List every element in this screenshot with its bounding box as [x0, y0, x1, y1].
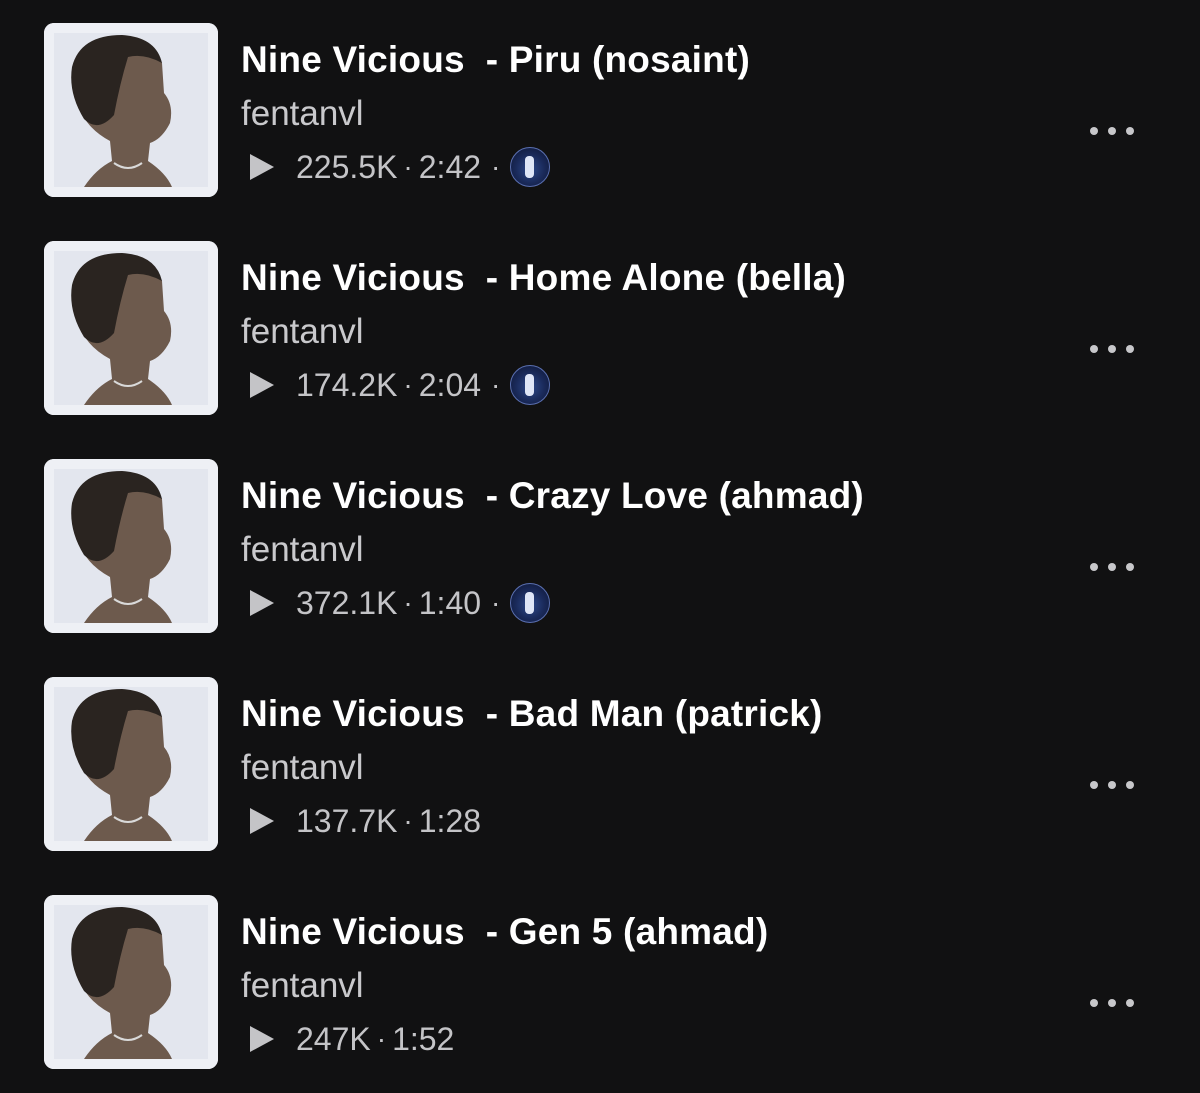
track-duration: 2:04: [418, 366, 482, 403]
separator: ·: [491, 151, 501, 182]
separator: ·: [403, 151, 413, 182]
artwork-portrait: [44, 895, 218, 1069]
more-options-icon: [1090, 563, 1098, 571]
track-title[interactable]: Nine Vicious - Bad Man (patrick): [241, 693, 823, 735]
track-stats: 247K · 1:52: [250, 1019, 454, 1059]
track-duration: 1:52: [392, 1020, 455, 1057]
track-duration: 1:28: [418, 802, 482, 839]
track-stats: 137.7K · 1:28: [250, 801, 481, 841]
repost-avatar[interactable]: [510, 365, 551, 405]
separator: ·: [403, 369, 413, 400]
play-icon: [250, 808, 274, 834]
separator: ·: [403, 587, 413, 618]
more-options-button[interactable]: [1090, 773, 1134, 797]
play-count: 174.2K: [296, 366, 398, 403]
more-options-icon: [1108, 345, 1116, 353]
play-count: 225.5K: [296, 148, 398, 185]
more-options-icon: [1126, 345, 1134, 353]
more-options-button[interactable]: [1090, 555, 1134, 579]
track-uploader[interactable]: fentanvl: [241, 530, 364, 570]
more-options-icon: [1108, 563, 1116, 571]
separator: ·: [491, 369, 501, 400]
album-artwork[interactable]: [44, 241, 218, 415]
more-options-button[interactable]: [1090, 119, 1134, 143]
artwork-portrait: [44, 241, 218, 415]
more-options-icon: [1090, 781, 1098, 789]
track-row[interactable]: Nine Vicious - Crazy Love (ahmad) fentan…: [0, 459, 1200, 635]
play-count: 372.1K: [296, 584, 398, 621]
track-title[interactable]: Nine Vicious - Crazy Love (ahmad): [241, 475, 864, 517]
album-artwork[interactable]: [44, 23, 218, 197]
track-uploader[interactable]: fentanvl: [241, 748, 364, 788]
album-artwork[interactable]: [44, 459, 218, 633]
track-row[interactable]: Nine Vicious - Bad Man (patrick) fentanv…: [0, 677, 1200, 853]
artwork-portrait: [44, 23, 218, 197]
repost-avatar[interactable]: [510, 583, 551, 623]
more-options-icon: [1126, 563, 1134, 571]
more-options-icon: [1126, 127, 1134, 135]
track-stats: 174.2K · 2:04 ·: [250, 365, 551, 405]
track-title[interactable]: Nine Vicious - Piru (nosaint): [241, 39, 750, 81]
more-options-icon: [1126, 781, 1134, 789]
track-uploader[interactable]: fentanvl: [241, 966, 364, 1006]
track-duration: 2:42: [418, 148, 482, 185]
artwork-portrait: [44, 677, 218, 851]
more-options-icon: [1108, 999, 1116, 1007]
artwork-portrait: [44, 459, 218, 633]
track-title[interactable]: Nine Vicious - Gen 5 (ahmad): [241, 911, 768, 953]
track-row[interactable]: Nine Vicious - Home Alone (bella) fentan…: [0, 241, 1200, 417]
more-options-button[interactable]: [1090, 991, 1134, 1015]
track-row[interactable]: Nine Vicious - Gen 5 (ahmad) fentanvl 24…: [0, 895, 1200, 1071]
play-icon: [250, 590, 274, 616]
play-icon: [250, 154, 274, 180]
track-duration: 1:40: [418, 584, 482, 621]
album-artwork[interactable]: [44, 677, 218, 851]
separator: ·: [376, 1023, 387, 1054]
track-title[interactable]: Nine Vicious - Home Alone (bella): [241, 257, 846, 299]
more-options-button[interactable]: [1090, 337, 1134, 361]
play-count: 137.7K: [296, 802, 398, 839]
track-row[interactable]: Nine Vicious - Piru (nosaint) fentanvl 2…: [0, 23, 1200, 199]
track-uploader[interactable]: fentanvl: [241, 312, 364, 352]
play-icon: [250, 1026, 274, 1052]
repost-avatar[interactable]: [510, 147, 551, 187]
separator: ·: [491, 587, 501, 618]
track-stats: 372.1K · 1:40 ·: [250, 583, 551, 623]
track-stats: 225.5K · 2:42 ·: [250, 147, 551, 187]
more-options-icon: [1108, 127, 1116, 135]
more-options-icon: [1090, 345, 1098, 353]
more-options-icon: [1090, 999, 1098, 1007]
play-count: 247K: [296, 1020, 371, 1057]
more-options-icon: [1090, 127, 1098, 135]
play-icon: [250, 372, 274, 398]
separator: ·: [403, 805, 413, 836]
more-options-icon: [1108, 781, 1116, 789]
album-artwork[interactable]: [44, 895, 218, 1069]
more-options-icon: [1126, 999, 1134, 1007]
track-uploader[interactable]: fentanvl: [241, 94, 364, 134]
